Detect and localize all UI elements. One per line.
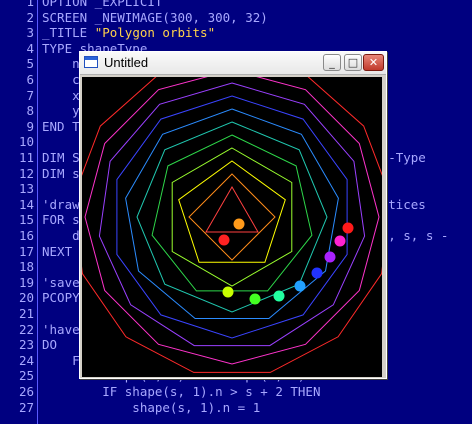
line-number: 4	[26, 40, 34, 56]
code-line[interactable]: 3 _TITLE "Polygon orbits"	[0, 25, 215, 41]
code-text: 'save	[42, 274, 80, 290]
line-number: 2	[26, 9, 34, 25]
orbit-dot	[342, 222, 354, 234]
line-number: 23	[18, 337, 34, 353]
line-number: 16	[18, 228, 34, 243]
orbit-dot	[249, 293, 261, 305]
code-line[interactable]: 7 x	[0, 87, 80, 104]
orbit-dot	[233, 218, 245, 230]
orbit-dot	[294, 280, 306, 292]
code-line[interactable]: 12 DIM s	[0, 166, 80, 182]
graphics-canvas	[82, 77, 382, 377]
orbit-polygon	[116, 95, 348, 339]
line-number: 19	[18, 274, 34, 290]
window-titlebar[interactable]: Untitled _ □ ✕	[80, 52, 386, 75]
code-text: PCOPY	[42, 290, 80, 306]
code-text: FOR s	[42, 212, 80, 228]
close-button[interactable]: ✕	[363, 54, 384, 71]
orbit-polygon	[151, 134, 313, 292]
orbit-dot	[222, 286, 234, 298]
code-line[interactable]: 5 n	[0, 56, 80, 72]
line-number: 7	[26, 87, 34, 103]
orbit-polygon	[171, 147, 293, 287]
code-line[interactable]: 22 'have	[0, 322, 80, 338]
code-line[interactable]: 24 F	[0, 353, 80, 369]
code-text: x	[42, 87, 80, 103]
orbit-dot	[311, 267, 323, 279]
code-line[interactable]: 21	[0, 306, 42, 322]
orbit-polygon	[205, 186, 259, 233]
line-number: 26	[18, 384, 34, 399]
line-number: 9	[26, 118, 34, 134]
code-text: F	[42, 352, 80, 368]
orbit-dot	[324, 251, 336, 263]
code-text: IF shape(s, 1).n > s + 2 THEN	[42, 384, 321, 399]
code-line[interactable]: 26 IF shape(s, 1).n > s + 2 THEN	[0, 384, 321, 400]
code-text: 'have	[42, 321, 80, 337]
code-line[interactable]: 1 OPTION _EXPLICIT	[0, 0, 162, 10]
code-line[interactable]: 9 END T	[0, 118, 80, 135]
program-window[interactable]: Untitled _ □ ✕	[79, 51, 387, 379]
code-line[interactable]: 18	[0, 259, 42, 275]
code-line[interactable]: 10	[0, 134, 42, 150]
line-number: 22	[18, 321, 34, 337]
code-text: NEXT	[42, 243, 73, 259]
line-number: 20	[18, 290, 34, 306]
code-line[interactable]: 15 FOR s	[0, 212, 80, 228]
polygon-orbits-drawing	[82, 77, 382, 373]
app-window-icon	[84, 56, 98, 68]
code-line[interactable]: 8 y	[0, 103, 80, 119]
line-number: 5	[26, 56, 34, 72]
code-text: _TITLE "Polygon orbits"	[42, 25, 216, 41]
line-number: 17	[18, 243, 34, 259]
line-number: 24	[18, 352, 34, 368]
line-number: 1	[26, 0, 34, 9]
code-line[interactable]: 6 c	[0, 72, 80, 88]
code-text: shape(s, 1).n = 1	[42, 399, 261, 415]
line-number: 3	[26, 25, 34, 41]
orbit-dot	[218, 234, 230, 246]
code-text: SCREEN _NEWIMAGE(300, 300, 32)	[42, 9, 268, 25]
line-number: 6	[26, 72, 34, 87]
code-line[interactable]: 20 PCOPY	[0, 290, 80, 306]
code-line[interactable]: 23 DO	[0, 337, 57, 353]
line-number: 13	[18, 181, 34, 197]
minimize-button[interactable]: _	[323, 54, 341, 71]
line-number: 18	[18, 259, 34, 275]
window-title: Untitled	[104, 55, 149, 70]
line-number: 10	[18, 134, 34, 150]
code-text: DO	[42, 337, 58, 353]
line-number: 14	[18, 196, 34, 212]
line-number: 11	[18, 150, 34, 165]
code-text: n	[42, 56, 80, 72]
orbit-dot	[334, 235, 346, 247]
line-number: 8	[26, 103, 34, 119]
code-text: c	[42, 72, 80, 87]
code-line[interactable]: 19 'save	[0, 275, 80, 291]
line-number: 21	[18, 306, 34, 321]
code-text: DIM s	[42, 165, 80, 181]
maximize-button[interactable]: □	[344, 54, 362, 71]
line-number: 25	[18, 368, 34, 384]
line-number: 27	[18, 399, 34, 415]
code-text: END T	[42, 118, 80, 134]
orbit-polygon	[125, 108, 339, 319]
code-line[interactable]: 2 SCREEN _NEWIMAGE(300, 300, 32)	[0, 9, 268, 26]
line-number: 15	[18, 212, 34, 228]
code-text: OPTION _EXPLICIT	[42, 0, 163, 9]
code-line[interactable]: 17 NEXT	[0, 244, 72, 260]
line-number: 12	[18, 165, 34, 181]
code-line[interactable]: 13	[0, 181, 42, 197]
code-line[interactable]: 27 shape(s, 1).n = 1	[0, 400, 260, 416]
code-text: y	[42, 103, 80, 119]
orbit-dot	[273, 290, 285, 302]
